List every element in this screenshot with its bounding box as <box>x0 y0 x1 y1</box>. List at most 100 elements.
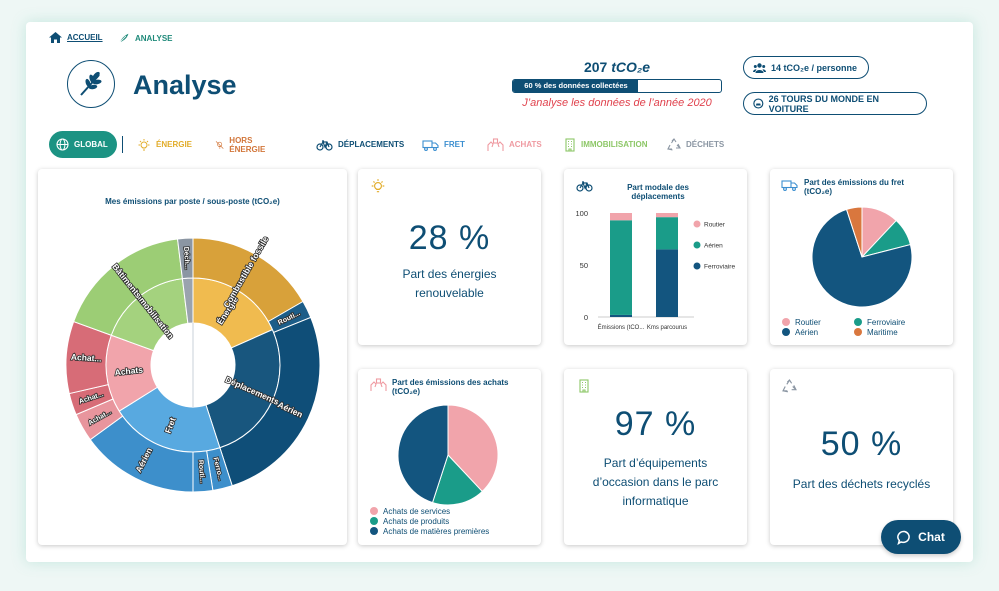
chat-bubble-icon <box>897 530 910 545</box>
tab-hors-energie-label: HORS ÉNERGIE <box>229 135 266 154</box>
modal-legend-label: Routier <box>704 222 726 229</box>
tab-achats-label: ACHATS <box>509 140 542 149</box>
achats-legend-dot <box>370 517 378 525</box>
modal-bar-segment[interactable] <box>610 213 632 221</box>
crossed-bulb-icon <box>215 140 224 149</box>
tab-hors-energie[interactable]: HORS ÉNERGIE <box>215 131 270 158</box>
tab-immobilisation-label: IMMOBILISATION <box>581 140 648 149</box>
modal-bar-segment[interactable] <box>610 314 632 317</box>
sunburst-card: Mes émissions par poste / sous-poste (tC… <box>38 169 347 545</box>
tab-achats[interactable]: ACHATS <box>487 131 542 158</box>
fret-legend-dot <box>854 318 862 326</box>
fret-legend-dot <box>782 328 790 336</box>
fret-card: Part des émissions du fret (tCO₂e) Routi… <box>770 169 953 345</box>
fret-legend-item: Ferroviaire <box>854 317 905 327</box>
fret-legend: Routier Ferroviaire Aérien Maritime <box>782 317 946 337</box>
achats-legend-label: Achats de services <box>383 506 451 516</box>
breadcrumb-current: ANALYSE <box>118 32 173 44</box>
breadcrumb-home-label: ACCUEIL <box>67 33 103 42</box>
dechets-card: 50 % Part des déchets recyclés <box>770 369 953 545</box>
building-icon <box>579 379 589 393</box>
analysis-year-note: J’analyse les données de l’année 2020 <box>522 97 712 109</box>
fret-legend-item: Routier <box>782 317 844 327</box>
energy-card: 28 % Part des énergies renouvelable <box>358 169 541 345</box>
modal-bar-segment[interactable] <box>610 220 632 315</box>
modal-y-tick: 50 <box>580 261 588 270</box>
modal-bar-segment[interactable] <box>656 249 678 317</box>
hands-icon <box>487 137 504 151</box>
total-value: 207 <box>583 59 608 75</box>
achats-legend-label: Achats de matières premières <box>383 526 490 536</box>
globe-icon <box>56 138 69 151</box>
achats-legend-item: Achats de services <box>370 506 489 516</box>
home-icon <box>49 32 62 43</box>
fret-legend-label: Ferroviaire <box>867 317 906 327</box>
tab-fret[interactable]: FRET <box>422 131 465 158</box>
modal-y-tick: 100 <box>575 209 588 218</box>
achats-legend-item: Achats de matières premières <box>370 526 489 536</box>
analyse-leaf-icon <box>67 60 115 108</box>
modal-legend-label: Aérien <box>704 243 723 250</box>
fret-legend-dot <box>854 328 862 336</box>
modal-legend-label: Ferroviaire <box>704 264 735 271</box>
total-emissions: 207 tCO₂e <box>512 59 722 75</box>
tab-global[interactable]: GLOBAL <box>49 131 117 158</box>
tab-energie-label: ÉNERGIE <box>156 140 193 149</box>
fret-legend-label: Routier <box>795 317 821 327</box>
lightbulb-icon <box>371 179 385 193</box>
total-unit: tCO₂e <box>611 59 651 75</box>
achats-legend-dot <box>370 527 378 535</box>
energy-value: 28 % <box>408 219 491 257</box>
modal-legend-dot <box>693 262 701 270</box>
recycle-icon <box>782 379 797 393</box>
tab-immobilisation[interactable]: IMMOBILISATION <box>564 131 648 158</box>
world-tours-label: 26 TOURS DU MONDE EN VOITURE <box>768 93 880 114</box>
sunburst-outer-label: Achat... <box>71 352 102 364</box>
breadcrumb-home[interactable]: ACCUEIL <box>49 32 103 43</box>
achats-legend-dot <box>370 507 378 515</box>
fret-legend-label: Maritime <box>867 327 898 337</box>
leaf-icon <box>118 32 130 44</box>
energy-label: Part des énergies renouvelable <box>402 267 497 300</box>
tab-energie[interactable]: ÉNERGIE <box>137 131 192 158</box>
sunburst-outer-label: Déch... <box>182 247 190 270</box>
dechets-label: Part des déchets recyclés <box>792 477 931 491</box>
modal-legend-dot <box>693 241 701 249</box>
progress-label: 60 % des données collectées <box>524 81 628 90</box>
tab-dechets[interactable]: DÉCHETS <box>667 131 724 158</box>
page-title: Analyse <box>133 70 237 100</box>
modal-x-tick: Émissions (tCO... <box>598 324 645 331</box>
achats-card: Part des émissions des achats (tCO₂e) Ac… <box>358 369 541 545</box>
lightbulb-icon <box>138 138 150 150</box>
modal-share-card: Part modale des déplacements 0 50 100 Émiss… <box>564 169 747 345</box>
tab-dechets-label: DÉCHETS <box>686 140 725 149</box>
tab-fret-label: FRET <box>444 140 465 149</box>
per-person-label: 14 tCO₂e / personne <box>771 62 858 73</box>
chat-button[interactable]: Chat <box>881 520 961 554</box>
immobilisation-value: 97 % <box>614 405 697 443</box>
modal-y-tick: 0 <box>584 313 588 322</box>
fret-legend-item: Maritime <box>854 327 898 337</box>
fret-legend-label: Aérien <box>795 327 819 337</box>
per-person-button[interactable]: 14 tCO₂e / personne <box>743 56 869 79</box>
building-icon <box>565 137 575 152</box>
globe-car-icon <box>753 98 764 109</box>
modal-bar-segment[interactable] <box>656 213 678 218</box>
world-tours-button[interactable]: 26 TOURS DU MONDE EN VOITURE <box>743 92 927 115</box>
modal-share-chart: 0 50 100 Émissions (tCO... Kms parcourus Rout… <box>575 209 735 331</box>
truck-icon <box>422 139 439 151</box>
chat-label: Chat <box>918 530 945 544</box>
immobilisation-card: 97 % Part d’équipements d’occasion dans … <box>564 369 747 545</box>
breadcrumb-current-label: ANALYSE <box>135 33 173 43</box>
tab-deplacements[interactable]: DÉPLACEMENTS <box>316 131 404 158</box>
dechets-value: 50 % <box>820 425 903 463</box>
tab-separator <box>122 136 123 153</box>
bicycle-icon <box>316 139 333 151</box>
achats-legend-label: Achats de produits <box>383 516 450 526</box>
modal-legend-dot <box>693 220 701 228</box>
tab-deplacements-label: DÉPLACEMENTS <box>338 140 405 149</box>
fret-legend-dot <box>782 318 790 326</box>
recycle-icon <box>667 137 681 151</box>
fret-legend-item: Aérien <box>782 327 844 337</box>
modal-bar-segment[interactable] <box>656 217 678 250</box>
